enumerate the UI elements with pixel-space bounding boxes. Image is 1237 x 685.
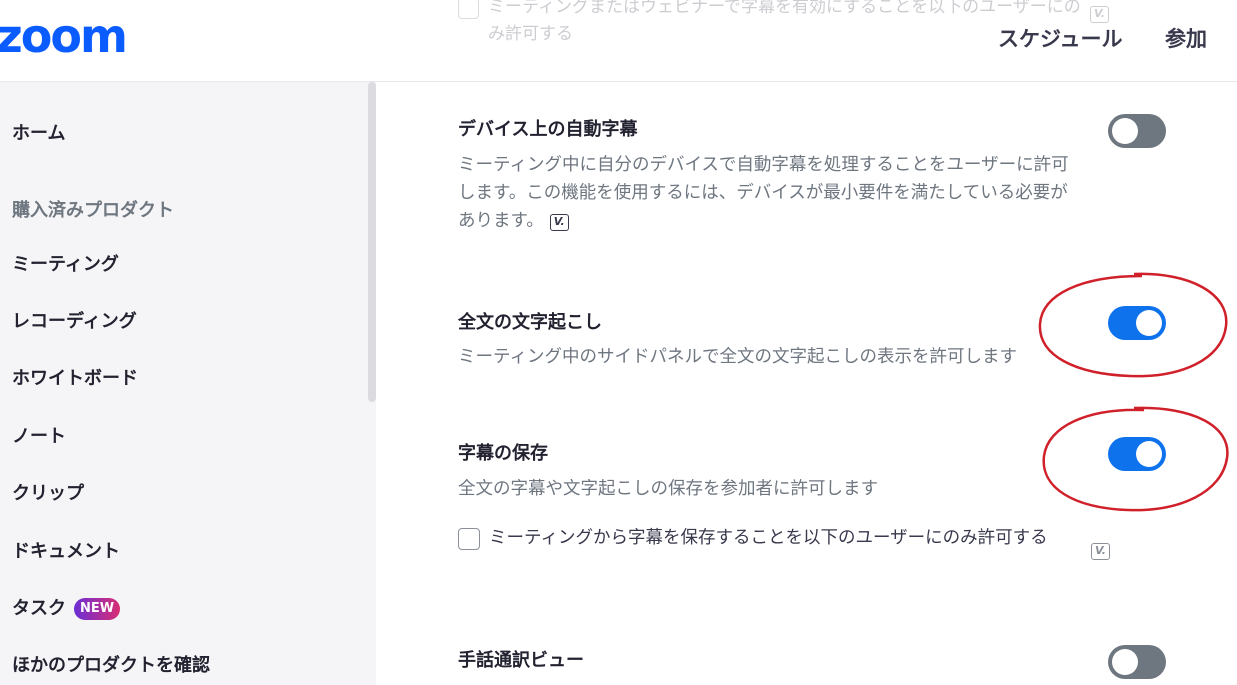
toggle-knob (1112, 118, 1138, 144)
toggle-knob (1136, 310, 1162, 336)
info-v-icon[interactable]: V. (1091, 543, 1110, 560)
toggle-save-captions[interactable] (1108, 437, 1166, 471)
setting-desc-device-captions: ミーティング中に自分のデバイスで自動字幕を処理することをユーザーに許可します。こ… (458, 151, 1073, 235)
top-header: zoom スケジュール 参加 (0, 0, 1237, 82)
setting-title-device-captions: デバイス上の自動字幕 (458, 119, 638, 140)
save-captions-restrict-checkbox[interactable] (458, 528, 480, 550)
info-v-icon[interactable]: V. (549, 214, 569, 231)
sidebar-item-explore-products[interactable]: ほかのプロダクトを確認 (12, 653, 210, 679)
toggle-knob (1112, 649, 1138, 675)
sidebar-scrollbar[interactable] (368, 82, 376, 402)
sidebar-item-recordings[interactable]: レコーディング (12, 309, 137, 335)
toggle-full-transcript[interactable] (1108, 306, 1166, 340)
setting-desc-save-captions: 全文の字幕や文字起こしの保存を参加者に許可します (458, 479, 878, 499)
setting-title-save-captions: 字幕の保存 (458, 443, 548, 464)
join-link[interactable]: 参加 (1165, 24, 1207, 54)
sidebar: ホーム 購入済みプロダクト ミーティング レコーディング ホワイトボード ノート… (0, 82, 376, 685)
setting-title-full-transcript: 全文の文字起こし (458, 312, 602, 333)
save-captions-restrict-label[interactable]: ミーティングから字幕を保存することを以下のユーザーにのみ許可する (489, 524, 1074, 552)
sidebar-heading-purchased: 購入済みプロダクト (12, 200, 174, 221)
sidebar-item-docs[interactable]: ドキュメント (12, 539, 120, 565)
sidebar-item-notes[interactable]: ノート (12, 424, 66, 450)
schedule-link[interactable]: スケジュール (998, 24, 1123, 54)
setting-title-sign-language: 手話通訳ビュー (458, 650, 584, 671)
sidebar-item-meetings[interactable]: ミーティング (12, 252, 119, 278)
sidebar-item-whiteboards[interactable]: ホワイトボード (12, 366, 138, 392)
sidebar-item-clips[interactable]: クリップ (12, 481, 84, 507)
toggle-sign-language[interactable] (1108, 645, 1166, 679)
sidebar-item-tasks[interactable]: タスク NEW (12, 596, 121, 622)
sidebar-item-home[interactable]: ホーム (12, 121, 65, 147)
new-badge: NEW (74, 598, 121, 620)
toggle-device-captions[interactable] (1108, 114, 1166, 148)
sidebar-item-tasks-label: タスク (12, 598, 66, 619)
toggle-knob (1136, 441, 1162, 467)
zoom-logo[interactable]: zoom (0, 8, 128, 64)
setting-desc-full-transcript: ミーティング中のサイドパネルで全文の文字起こしの表示を許可します (458, 347, 1017, 367)
